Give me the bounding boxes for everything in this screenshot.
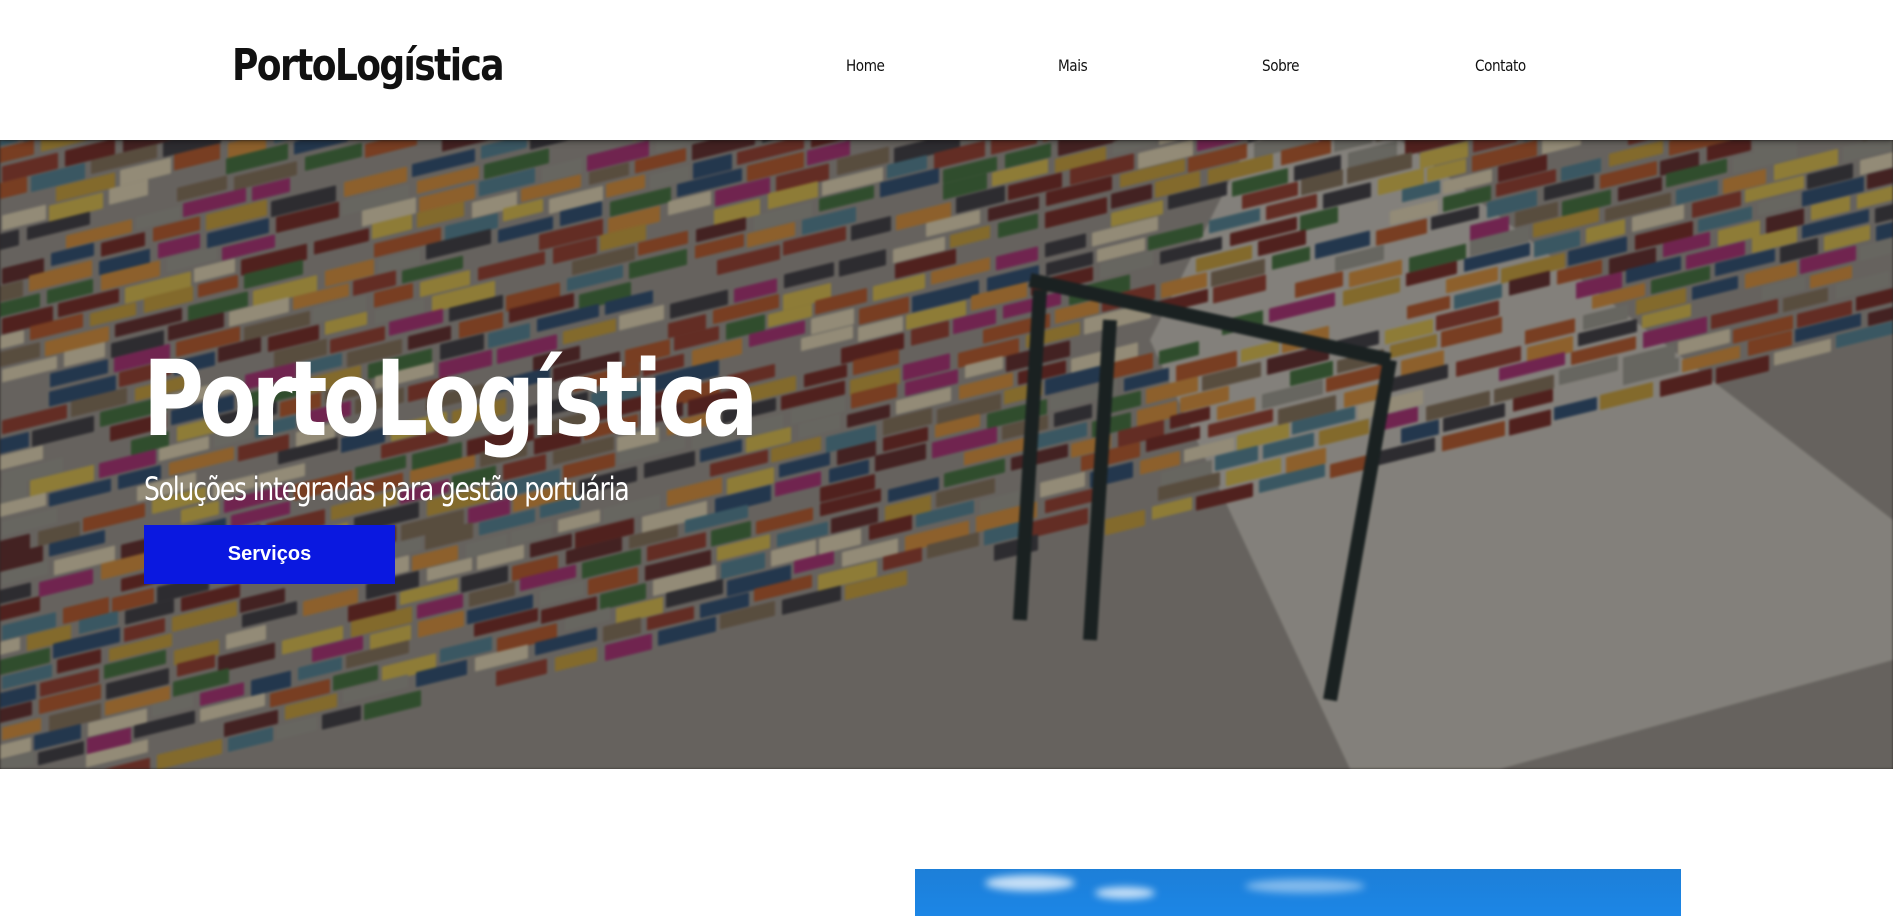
site-logo[interactable]: PortoLogística bbox=[232, 40, 505, 91]
hero-title: PortoLogística bbox=[143, 338, 758, 460]
nav-sobre[interactable]: Sobre bbox=[1262, 56, 1300, 75]
site-header: PortoLogística Home Mais Sobre Contato bbox=[0, 0, 1893, 140]
hero-section: PortoLogística Soluções integradas para … bbox=[0, 140, 1893, 769]
hero-subtitle: Soluções integradas para gestão portuári… bbox=[144, 470, 630, 508]
services-button[interactable]: Serviços bbox=[144, 525, 395, 584]
nav-mais[interactable]: Mais bbox=[1058, 56, 1088, 75]
nav-home[interactable]: Home bbox=[846, 56, 885, 75]
nav-contato[interactable]: Contato bbox=[1475, 56, 1526, 75]
harbor-sky-image bbox=[915, 869, 1681, 916]
